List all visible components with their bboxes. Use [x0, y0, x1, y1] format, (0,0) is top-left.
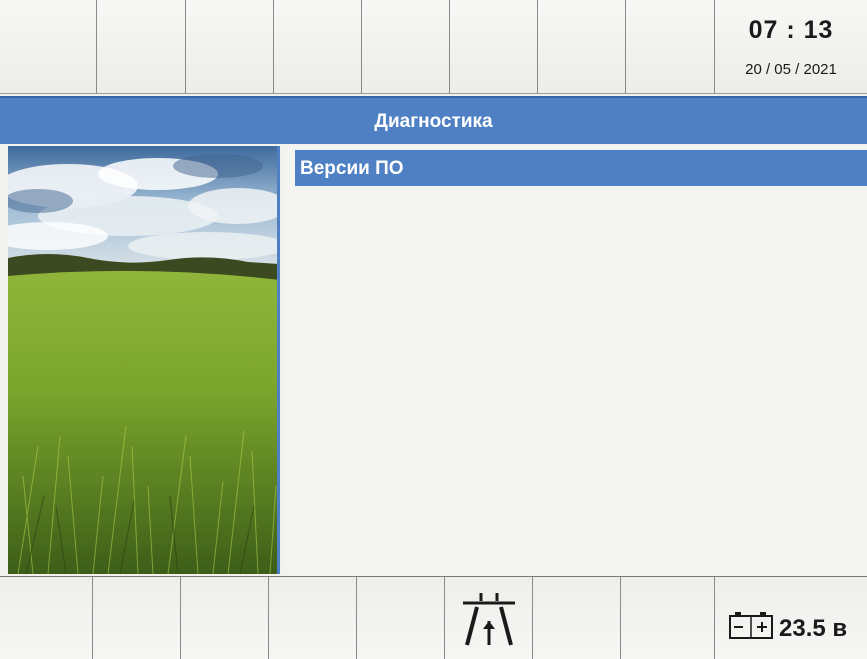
softkey-bottom-3[interactable]	[180, 577, 268, 659]
field-landscape-image	[8, 146, 280, 574]
softkey-bottom-2[interactable]	[92, 577, 180, 659]
softkey-bottom-1[interactable]	[0, 577, 92, 659]
softkey-bottom-5[interactable]	[356, 577, 444, 659]
clock-time: 07 : 13	[748, 16, 834, 44]
battery-voltage: 23.5 в	[779, 615, 848, 642]
menu-list: Версии ПО	[283, 146, 867, 574]
page-title: Диагностика	[374, 111, 493, 132]
softkey-top-5[interactable]	[361, 0, 449, 94]
softkey-bottom-4[interactable]	[268, 577, 356, 659]
softkey-top-4[interactable]	[273, 0, 361, 94]
landscape-illustration	[8, 146, 277, 574]
menu-item-software-versions[interactable]: Версии ПО	[295, 150, 867, 186]
softkey-bottom-7[interactable]	[532, 577, 620, 659]
softkey-bottom-8[interactable]	[620, 577, 714, 659]
top-softkey-bar: 07 : 13 20 / 05 / 2021	[0, 0, 867, 96]
bottom-softkey-bar: 23.5 в	[0, 576, 867, 659]
clock-panel: 07 : 13 20 / 05 / 2021	[714, 0, 867, 94]
softkey-top-6[interactable]	[449, 0, 537, 94]
battery-icon	[729, 612, 773, 639]
softkey-top-7[interactable]	[537, 0, 625, 94]
battery-status: 23.5 в	[714, 577, 867, 659]
softkey-top-1[interactable]	[0, 0, 96, 94]
softkey-top-3[interactable]	[185, 0, 273, 94]
clock-date: 20 / 05 / 2021	[745, 61, 837, 78]
menu-item-label: Версии ПО	[300, 158, 404, 179]
title-bar: Диагностика	[0, 96, 867, 144]
softkey-top-2[interactable]	[96, 0, 185, 94]
road-mode-icon	[463, 593, 515, 646]
terminal-screen: 07 : 13 20 / 05 / 2021 Диагностика Верси…	[0, 0, 867, 659]
softkey-top-8[interactable]	[625, 0, 714, 94]
